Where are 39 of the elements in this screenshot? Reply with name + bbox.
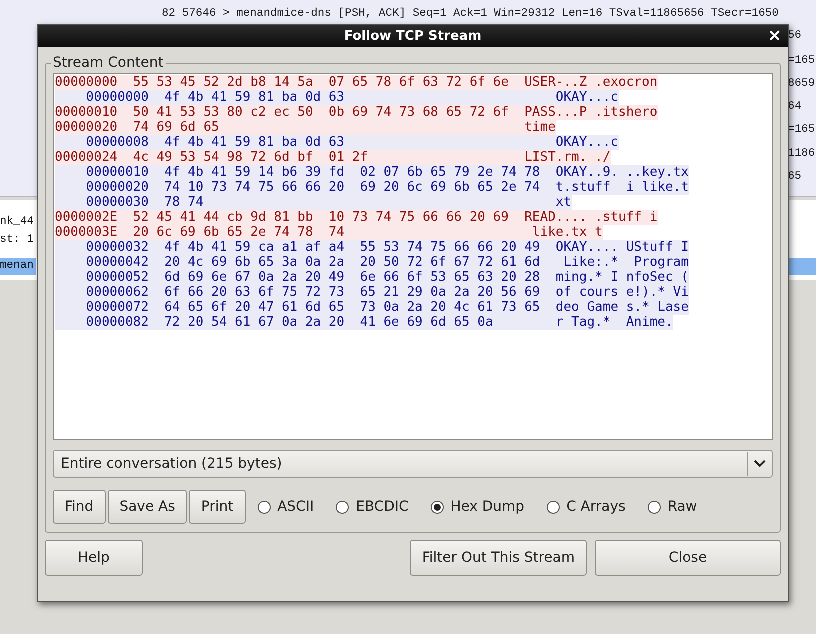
radio-icon[interactable]	[336, 500, 350, 514]
radio-icon[interactable]	[258, 500, 271, 514]
packet-list-text: =165	[788, 55, 816, 67]
dialog-button[interactable]: Help	[45, 540, 143, 576]
packet-list-text: 65	[788, 171, 802, 183]
format-radio[interactable]: C Arrays	[546, 499, 626, 515]
chevron-down-icon	[754, 460, 766, 468]
format-radio[interactable]: Raw	[648, 499, 698, 515]
radio-label: C Arrays	[566, 499, 626, 515]
format-radio[interactable]: Hex Dump	[430, 499, 525, 515]
format-radio[interactable]: ASCII	[258, 499, 314, 515]
window-title: Follow TCP Stream	[344, 28, 482, 44]
packet-list-text: 64	[788, 101, 802, 113]
row-highlight	[788, 258, 816, 275]
format-radio[interactable]: EBCDIC	[336, 499, 409, 515]
dialog-button[interactable]: Close	[595, 540, 781, 576]
packet-list-text: 1186	[788, 148, 816, 160]
packet-list-text: =165	[788, 124, 816, 136]
radio-icon[interactable]	[546, 500, 560, 514]
close-button[interactable]: ×	[768, 26, 782, 46]
stream-text-area[interactable]	[53, 73, 773, 440]
action-button[interactable]: Print	[189, 490, 246, 524]
packet-detail-row[interactable]: menan	[0, 258, 36, 275]
group-label: Stream Content	[52, 55, 165, 71]
conversation-dropdown[interactable]: Entire conversation (215 bytes)	[53, 450, 773, 478]
packet-detail-row[interactable]: nk_44	[0, 214, 36, 231]
radio-icon[interactable]	[648, 500, 661, 514]
radio-label: ASCII	[278, 499, 314, 515]
radio-label: Hex Dump	[450, 499, 525, 515]
radio-icon[interactable]	[430, 500, 444, 514]
radio-label: EBCDIC	[356, 499, 409, 515]
radio-label: Raw	[668, 499, 698, 515]
packet-detail-row[interactable]: st: 1	[0, 232, 36, 249]
packet-list-text: 56	[788, 30, 802, 42]
action-button[interactable]: Find	[53, 490, 106, 524]
packet-list-text: 8659	[788, 78, 816, 90]
dialog-button[interactable]: Filter Out This Stream	[410, 540, 587, 576]
packet-list-row[interactable]: 82 57646 > menandmice-dns [PSH, ACK] Seq=1 Ack=1 Win=29312 Len=16 TSval=11865656 TSecr=1650	[162, 8, 779, 20]
action-button[interactable]: Save As	[108, 490, 188, 524]
